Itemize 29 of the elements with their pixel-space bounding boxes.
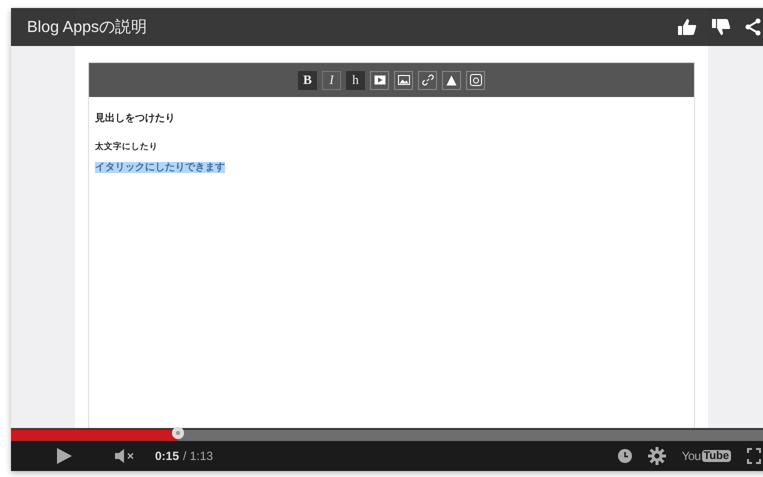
format-button[interactable]: h [346, 70, 365, 90]
link-button[interactable] [418, 70, 437, 90]
triangle-button[interactable] [442, 70, 461, 90]
image-button[interactable] [394, 70, 413, 90]
settings-icon[interactable] [648, 447, 666, 465]
current-time: 0:15 [155, 449, 180, 463]
fullscreen-icon[interactable] [747, 448, 761, 464]
thumbs-up-icon[interactable] [677, 18, 697, 36]
format-button[interactable]: I [322, 70, 341, 90]
play-icon[interactable] [55, 447, 73, 465]
format-button[interactable]: B [298, 70, 317, 90]
progress-handle[interactable] [172, 427, 184, 439]
logo-badge[interactable]: Tube [702, 450, 731, 462]
link-icon [422, 74, 434, 86]
video-title: Blog Appsの説明 [27, 18, 148, 38]
image-icon [398, 75, 410, 85]
thumbs-down-icon[interactable] [711, 18, 731, 36]
video-button[interactable] [370, 70, 389, 90]
video-icon [374, 75, 386, 85]
bold-text: 太文字にしたり [95, 141, 159, 153]
share-icon[interactable] [745, 18, 761, 36]
camera-icon [470, 74, 482, 86]
selected-text: イタリックにしたりできます [95, 162, 225, 173]
clock-icon[interactable] [618, 449, 632, 463]
duration: / 1:13 [183, 449, 214, 463]
camera-button[interactable] [466, 70, 485, 90]
heading-text: 見出しをつけたり [95, 112, 176, 125]
logo-text[interactable]: You [682, 449, 701, 463]
triangle-icon [446, 74, 457, 86]
